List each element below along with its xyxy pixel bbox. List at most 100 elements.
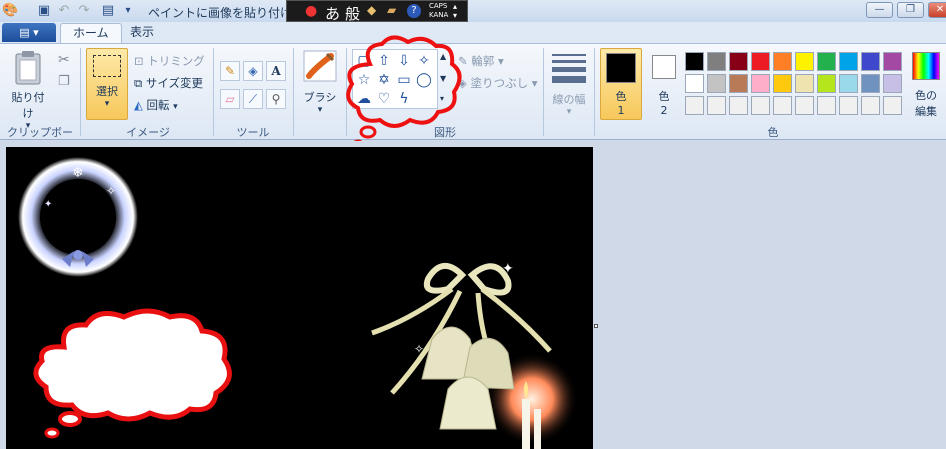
color-swatch[interactable]: [861, 74, 880, 93]
color-swatch[interactable]: [861, 96, 880, 115]
color-swatch[interactable]: [685, 74, 704, 93]
color2-swatch: [652, 55, 676, 79]
separator: [594, 48, 595, 136]
ime-help-icon[interactable]: ?: [407, 4, 421, 18]
color-swatch[interactable]: [685, 96, 704, 115]
edit-colors-button[interactable]: 色の 編集: [908, 50, 944, 119]
color-swatch[interactable]: [883, 96, 902, 115]
resize-button[interactable]: ⧉ サイズ変更: [134, 75, 203, 91]
brushes-arrow-icon: ▾: [317, 105, 323, 115]
color-swatch[interactable]: [883, 52, 902, 71]
pencil-icon[interactable]: ✎: [220, 61, 240, 81]
rotate-button[interactable]: ◭ 回転 ▾: [134, 97, 178, 113]
image-group-label: イメージ: [126, 126, 170, 139]
color-swatch[interactable]: [839, 74, 858, 93]
color-swatch[interactable]: [707, 96, 726, 115]
color-swatch[interactable]: [751, 74, 770, 93]
select-icon: [93, 55, 121, 77]
color-swatch[interactable]: [883, 74, 902, 93]
app-menu-button[interactable]: ▤ ▾: [2, 23, 56, 42]
color-swatch[interactable]: [817, 52, 836, 71]
tab-home[interactable]: ホーム: [60, 23, 122, 43]
eraser-icon[interactable]: ▱: [220, 89, 240, 109]
color-swatch[interactable]: [817, 74, 836, 93]
ribbon: 貼り付け ▾ ✂ ❐ クリップボード 選択 ▾ ⊡ トリミング ⧉ サイズ変更 …: [0, 43, 946, 155]
ribbon-tab-row: ▤ ▾ ホーム 表示: [0, 22, 946, 43]
crop-icon: ⊡: [134, 54, 148, 68]
ime-dictionary-icon[interactable]: ▰: [387, 3, 396, 17]
color-swatch[interactable]: [773, 52, 792, 71]
color-picker-icon[interactable]: ⟋: [243, 89, 263, 109]
quick-access-dropdown-icon[interactable]: ▾: [120, 3, 136, 19]
redo-icon[interactable]: ↷: [76, 3, 92, 19]
color1-swatch: [606, 53, 636, 83]
ime-options-icon[interactable]: ▴: [453, 2, 457, 11]
ime-tool-icon[interactable]: ◆: [367, 3, 376, 17]
tab-view[interactable]: 表示: [118, 23, 166, 43]
color-swatch[interactable]: [795, 96, 814, 115]
color-swatch[interactable]: [707, 74, 726, 93]
drawing-canvas[interactable]: ✦ ✧ ❄ ✦ ✧: [6, 147, 593, 449]
ime-kana: KANA: [429, 11, 449, 19]
select-arrow-icon: ▾: [104, 99, 110, 109]
size-button[interactable]: 線の幅 ▾: [548, 50, 590, 117]
undo-icon[interactable]: ↶: [56, 3, 72, 19]
colors-group-label: 色: [767, 126, 779, 139]
color-swatch[interactable]: [861, 52, 880, 71]
brushes-button[interactable]: ブラシ ▾: [299, 50, 341, 115]
select-button[interactable]: 選択 ▾: [86, 48, 128, 120]
restore-button[interactable]: ❐: [897, 2, 924, 18]
color-swatch[interactable]: [685, 52, 704, 71]
color-swatch[interactable]: [729, 52, 748, 71]
color-swatch[interactable]: [795, 52, 814, 71]
color1-button[interactable]: 色 1: [600, 48, 642, 120]
close-button[interactable]: ✕: [928, 2, 946, 18]
size-label: 線の幅: [552, 93, 586, 106]
title-bar: 🎨 ▣ ↶ ↷ ▤ ▾ ペイントに画像を貼り付け ● あ 般 ◆ ▰ ? CAP…: [0, 0, 946, 24]
color2-button[interactable]: 色 2: [646, 52, 682, 117]
fill-label: 塗りつぶし: [470, 76, 529, 90]
magnifier-icon[interactable]: ⚲: [266, 89, 286, 109]
color-swatch[interactable]: [795, 74, 814, 93]
cut-icon[interactable]: ✂: [58, 52, 70, 68]
color-swatch[interactable]: [839, 52, 858, 71]
color1-number: 1: [617, 104, 625, 117]
color-swatch[interactable]: [707, 52, 726, 71]
paint-app-icon[interactable]: 🎨: [2, 3, 18, 19]
canvas-resize-handle[interactable]: [594, 324, 598, 328]
shapes-highlight-cloud: [346, 35, 462, 149]
color-swatch[interactable]: [729, 74, 748, 93]
color-swatch[interactable]: [773, 96, 792, 115]
line-width-icon: [552, 54, 586, 83]
quick-access-icon[interactable]: ▤: [100, 3, 116, 19]
outline-label: 輪郭: [471, 54, 495, 68]
window-title: ペイントに画像を貼り付け: [148, 6, 293, 20]
separator: [293, 48, 294, 136]
crop-button[interactable]: ⊡ トリミング: [134, 53, 205, 69]
minimize-button[interactable]: —: [866, 2, 893, 18]
brush-icon: [303, 50, 337, 82]
ime-kanji[interactable]: 般: [345, 3, 360, 24]
rotate-icon: ◭: [134, 98, 147, 112]
fill-bucket-icon[interactable]: ◈: [243, 61, 263, 81]
save-icon[interactable]: ▣: [36, 3, 52, 19]
ime-pin-icon[interactable]: ●: [305, 3, 317, 19]
edit-colors-label: 色の: [915, 89, 937, 102]
text-tool-icon[interactable]: A: [266, 61, 286, 81]
color-palette: [685, 52, 907, 118]
copy-icon[interactable]: ❐: [58, 74, 70, 89]
color-swatch[interactable]: [751, 96, 770, 115]
paste-button[interactable]: 貼り付け ▾: [8, 50, 48, 131]
color-swatch[interactable]: [839, 96, 858, 115]
rotate-label: 回転: [146, 98, 170, 112]
ime-mode[interactable]: あ: [325, 3, 340, 24]
resize-icon: ⧉: [134, 76, 146, 90]
color-swatch[interactable]: [729, 96, 748, 115]
color-swatch[interactable]: [773, 74, 792, 93]
color-swatch[interactable]: [817, 96, 836, 115]
ime-options-down-icon[interactable]: ▾: [453, 11, 457, 20]
paste-label: 貼り付け: [11, 91, 45, 120]
crop-label: トリミング: [147, 54, 205, 68]
color-swatch[interactable]: [751, 52, 770, 71]
brushes-label: ブラシ: [303, 91, 337, 104]
